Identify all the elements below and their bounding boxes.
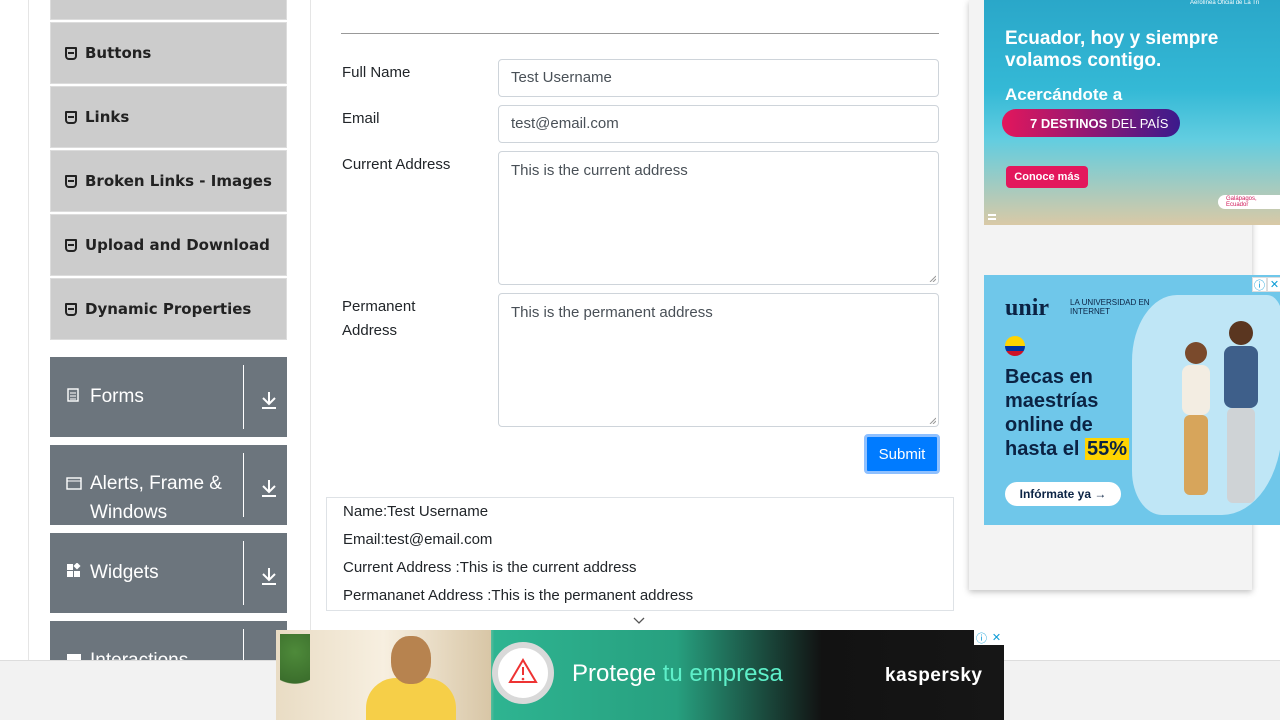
form-divider [341, 33, 939, 34]
ad-highlight: 55% [1085, 438, 1130, 460]
resize-grip-icon[interactable] [928, 274, 936, 282]
sidebar-item-broken-links[interactable]: Broken Links - Images [50, 150, 287, 212]
ad-brand-tagline: Aerolínea Oficial de La Tri [1190, 0, 1260, 6]
html5-icon [65, 46, 77, 60]
ad-banner-airline[interactable]: Aerolínea Oficial de La Tri Ecuador, hoy… [984, 0, 1280, 225]
output-permanent-address: Permananet Address :This is the permanen… [343, 587, 694, 604]
menu-icon[interactable] [988, 214, 996, 220]
ad-info-icon[interactable]: ⓘ [1252, 277, 1267, 292]
ad-headline: Becas en maestrías online de hasta el 55… [1005, 365, 1130, 461]
sidebar-group-widgets[interactable]: Widgets [50, 533, 287, 613]
ad-banner-unir[interactable]: unir LA UNIVERSIDAD EN INTERNET Becas en… [984, 275, 1280, 525]
download-arrow-icon[interactable] [256, 387, 282, 413]
sidebar-item-label: Links [85, 108, 130, 126]
group-separator [243, 453, 244, 517]
person-shape [366, 678, 456, 720]
html5-icon [65, 302, 77, 316]
sidebar-item-label: Upload and Download [85, 236, 270, 254]
sidebar-item-label: Dynamic Properties [85, 300, 252, 318]
ad-cta-button[interactable]: Infórmate ya → [1005, 482, 1121, 506]
ad-pill: 7 DESTINOS DEL PAÍS [1002, 109, 1180, 137]
ad-text-accent: tu empresa [662, 660, 783, 687]
sidebar-item-upload-download[interactable]: Upload and Download [50, 214, 287, 276]
sidebar-item-label: Broken Links - Images [85, 172, 272, 190]
page-title-partial: ▔▔ ▔▔▔ [579, 0, 730, 13]
ad-headline-line: maestrías [1005, 390, 1099, 412]
plant-shape [280, 634, 310, 694]
widgets-icon [66, 560, 84, 589]
ad-info-icon[interactable]: ⓘ [974, 630, 989, 645]
label-line: Permanent [342, 298, 416, 315]
sidebar-item-links[interactable]: Links [50, 86, 287, 148]
page: Buttons Links Broken Links - Images Uplo… [0, 0, 1280, 720]
flag-icon [1005, 336, 1025, 356]
label-line: Alerts, Frame & [90, 473, 222, 494]
permanent-address-value: This is the permanent address [511, 304, 713, 321]
download-arrow-icon[interactable] [256, 563, 282, 589]
sidebar-group-forms[interactable]: Forms [50, 357, 287, 437]
output-email: Email:test@email.com [343, 531, 493, 548]
html5-icon [65, 110, 77, 124]
resize-grip-icon[interactable] [928, 416, 936, 424]
sidebar-divider [310, 0, 311, 630]
person-illustration [1182, 342, 1210, 495]
person-face [391, 636, 431, 684]
sidebar-group-label: Alerts, Frame & Windows [90, 469, 222, 527]
ad-pill-rest: DEL PAÍS [1111, 115, 1169, 131]
ad-headline-line: online de [1005, 414, 1093, 436]
sidebar-group-label: Forms [90, 386, 144, 407]
sidebar-item-partial[interactable] [50, 0, 287, 20]
current-address-value: This is the current address [511, 162, 688, 179]
ad-headline: Protege tu empresa [572, 660, 783, 688]
person-illustration [1224, 321, 1258, 503]
ad-headline-line: Ecuador, hoy y siempre [1005, 28, 1219, 49]
ad-text-white: Protege [572, 660, 657, 687]
warning-badge-icon [492, 642, 554, 704]
output-name: Name:Test Username [343, 503, 489, 520]
sidebar-item-dynamic-properties[interactable]: Dynamic Properties [50, 278, 287, 340]
ad-banner-kaspersky[interactable]: Protege tu empresa kaspersky ⓘ ✕ [276, 630, 1004, 720]
group-separator [243, 541, 244, 605]
sidebar-group-label: Widgets [90, 562, 159, 583]
group-separator [243, 365, 244, 429]
current-address-label: Current Address [342, 156, 451, 173]
email-label: Email [342, 110, 380, 127]
download-arrow-icon[interactable] [256, 475, 282, 501]
permanent-address-textarea[interactable]: This is the permanent address [498, 293, 939, 427]
current-address-textarea[interactable]: This is the current address [498, 151, 939, 285]
permanent-address-label: Permanent Address [342, 295, 415, 343]
ad-close-icon[interactable]: ✕ [1267, 277, 1280, 292]
ad-pill-bold: 7 DESTINOS [1030, 115, 1108, 131]
sidebar-group-alerts[interactable]: Alerts, Frame & Windows [50, 445, 287, 525]
ad-subheadline: Acercándote a [1005, 85, 1123, 104]
chevron-down-icon[interactable] [632, 616, 646, 626]
ad-headline-line: Becas en [1005, 366, 1093, 388]
label-line: Address [342, 322, 398, 339]
html5-icon [65, 238, 77, 252]
email-input[interactable]: test@email.com [498, 105, 939, 143]
sidebar-item-buttons[interactable]: Buttons [50, 22, 287, 84]
full-name-label: Full Name [342, 64, 411, 81]
document-icon [66, 384, 84, 413]
ad-location-tag: Galápagos, Ecuador [1218, 195, 1280, 209]
output-panel: Name:Test Username Email:test@email.com … [326, 497, 954, 611]
ad-headline: Ecuador, hoy y siempre volamos contigo. [1005, 28, 1218, 72]
label-line: Windows [90, 502, 168, 523]
window-icon [66, 471, 84, 500]
left-divider [28, 0, 29, 660]
ad-brand-sub: LA UNIVERSIDAD EN INTERNET [1070, 298, 1150, 316]
ad-brand: unir [1005, 295, 1050, 321]
ad-cta-button[interactable]: Conoce más [1006, 166, 1088, 188]
ad-headline-line: hasta el [1005, 438, 1086, 460]
ad-close-icon[interactable]: ✕ [989, 630, 1004, 645]
output-current-address: Current Address :This is the current add… [343, 559, 637, 576]
html5-icon [65, 174, 77, 188]
ad-logo: kaspersky [885, 665, 983, 686]
submit-button[interactable]: Submit [864, 434, 940, 474]
sidebar-item-label: Buttons [85, 44, 152, 62]
ad-headline-line: volamos contigo. [1005, 50, 1162, 71]
full-name-input[interactable]: Test Username [498, 59, 939, 97]
ad-photo [276, 630, 491, 720]
